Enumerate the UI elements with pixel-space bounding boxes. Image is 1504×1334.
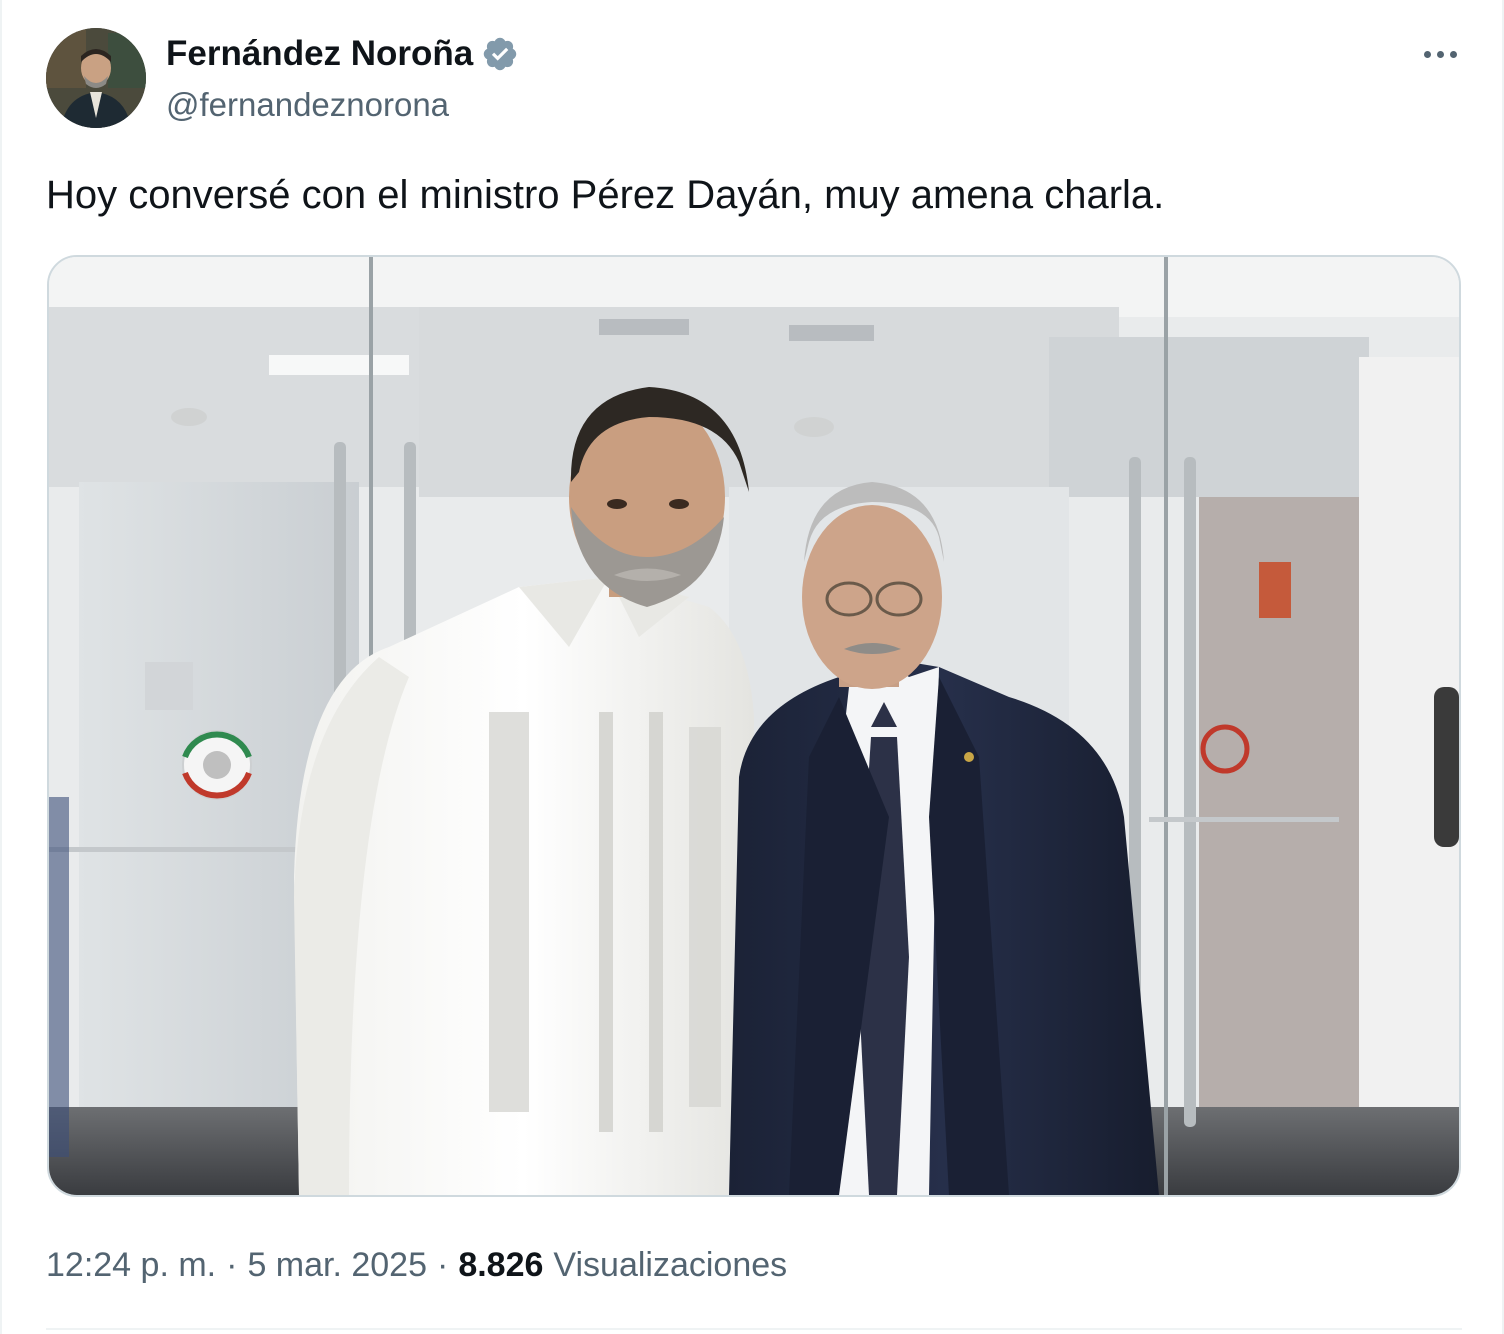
tweet-date[interactable]: 5 mar. 2025 — [247, 1240, 427, 1290]
tweet-card: Fernández Noroña @fernandeznorona Hoy co… — [0, 0, 1504, 1334]
author-handle[interactable]: @fernandeznorona — [166, 84, 449, 126]
views-label[interactable]: Visualizaciones — [553, 1240, 787, 1290]
more-options-icon[interactable] — [1416, 36, 1464, 72]
tweet-text: Hoy conversé con el ministro Pérez Dayán… — [46, 173, 1165, 217]
views-count[interactable]: 8.826 — [458, 1240, 543, 1290]
tweet-meta: 12:24 p. m. · 5 mar. 2025 · 8.826 Visual… — [46, 1240, 787, 1290]
meta-separator: · — [437, 1246, 449, 1284]
photo-illustration — [49, 257, 1459, 1195]
author-display-name[interactable]: Fernández Noroña — [166, 32, 473, 76]
tweet-time[interactable]: 12:24 p. m. — [46, 1240, 216, 1290]
divider — [46, 1328, 1462, 1330]
author-name-row: Fernández Noroña — [166, 32, 519, 76]
avatar[interactable] — [46, 28, 146, 128]
more-dot — [1423, 50, 1431, 58]
tweet-photo[interactable] — [47, 255, 1461, 1197]
more-dot — [1436, 50, 1444, 58]
more-dot — [1449, 50, 1457, 58]
verified-badge-icon[interactable] — [481, 35, 519, 73]
avatar-photo — [46, 28, 146, 128]
meta-separator: · — [226, 1246, 238, 1284]
